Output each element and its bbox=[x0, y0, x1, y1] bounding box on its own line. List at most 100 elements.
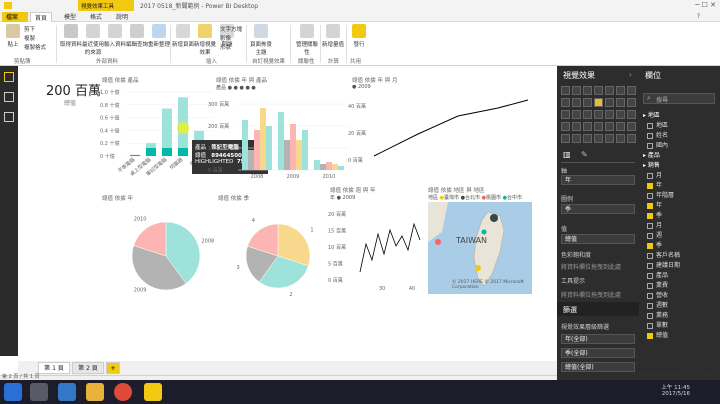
field-item[interactable]: 地區 bbox=[647, 120, 668, 129]
help-icon[interactable]: ? bbox=[697, 13, 700, 20]
field-checkbox[interactable] bbox=[647, 142, 653, 149]
visual-type-icon[interactable] bbox=[572, 134, 581, 143]
field-checkbox[interactable] bbox=[647, 192, 653, 199]
publish-button[interactable]: 發行 bbox=[348, 24, 370, 54]
shapes-button[interactable]: 形狀 bbox=[220, 43, 231, 51]
pie-chart-quarter[interactable]: 1 2 3 4 bbox=[224, 206, 334, 306]
report-canvas[interactable]: 200 百萬 總值 總值 依據 產品 0 十億 0.2 十億 0.4 十億 0.6 十… bbox=[18, 66, 557, 356]
pie-chart-year[interactable]: 2008 2009 2010 bbox=[114, 206, 224, 306]
refresh-button[interactable]: 重新整理 bbox=[148, 24, 170, 54]
field-checkbox[interactable] bbox=[647, 202, 653, 209]
page-tab-2[interactable]: 第 2 頁 bbox=[72, 362, 104, 374]
copy-button[interactable]: 複製 bbox=[24, 34, 35, 42]
task-view-icon[interactable] bbox=[30, 383, 48, 401]
axis-well[interactable]: 年 bbox=[561, 175, 635, 185]
add-page-button[interactable]: + bbox=[106, 362, 120, 374]
format-paint-icon[interactable]: ✎ bbox=[581, 150, 588, 159]
visual-type-icon[interactable] bbox=[594, 122, 603, 131]
drop-zone-tooltips[interactable]: 將資料欄位拖曳到此處 bbox=[561, 290, 621, 299]
visual-type-icon[interactable] bbox=[605, 98, 614, 107]
field-item[interactable]: 總值 bbox=[647, 330, 668, 339]
line-chart-month[interactable]: 0 百萬 20 百萬 40 百萬 bbox=[348, 90, 538, 178]
new-page-button[interactable]: 新增頁面 bbox=[172, 24, 194, 54]
visual-type-icon[interactable] bbox=[583, 86, 592, 95]
visual-type-icon[interactable] bbox=[583, 122, 592, 131]
new-measure-button[interactable]: 新增量值 bbox=[322, 24, 344, 54]
filter-item[interactable]: 年(全部) bbox=[561, 334, 635, 344]
visual-type-icon[interactable] bbox=[616, 122, 625, 131]
chrome-icon[interactable] bbox=[114, 383, 132, 401]
visual-type-icon[interactable] bbox=[616, 110, 625, 119]
field-checkbox[interactable] bbox=[647, 172, 653, 179]
table-header[interactable]: ▸ 地區 bbox=[643, 110, 660, 119]
field-checkbox[interactable] bbox=[647, 252, 653, 259]
text-box-button[interactable]: 文字方塊 bbox=[220, 25, 242, 33]
taskbar-clock[interactable]: 上午 11:45 2017/5/16 bbox=[661, 383, 690, 397]
field-item[interactable]: 週數 bbox=[647, 300, 668, 309]
visual-type-icon[interactable] bbox=[561, 134, 570, 143]
visual-type-icon[interactable] bbox=[605, 122, 614, 131]
field-checkbox[interactable] bbox=[647, 282, 653, 289]
field-checkbox[interactable] bbox=[647, 292, 653, 299]
field-checkbox[interactable] bbox=[647, 322, 653, 329]
visual-type-icon[interactable] bbox=[627, 98, 636, 107]
enter-data-button[interactable]: 輸入資料 bbox=[104, 24, 126, 54]
visual-type-icon[interactable] bbox=[583, 134, 592, 143]
get-data-button[interactable]: 取得資料 bbox=[60, 24, 82, 54]
tab-file[interactable]: 檔案 bbox=[2, 12, 28, 22]
window-controls[interactable]: ─ ☐ ✕ bbox=[695, 1, 716, 9]
drop-zone-saturation[interactable]: 將資料欄位拖曳到此處 bbox=[561, 262, 621, 271]
format-painter-button[interactable]: 複製格式 bbox=[24, 43, 46, 51]
visual-type-icon[interactable] bbox=[605, 86, 614, 95]
visual-type-icon[interactable] bbox=[616, 86, 625, 95]
legend-well[interactable]: 季 bbox=[561, 204, 635, 214]
powerbi-taskbar-icon[interactable] bbox=[144, 383, 162, 401]
field-checkbox[interactable] bbox=[647, 132, 653, 139]
field-item[interactable]: 業費 bbox=[647, 280, 668, 289]
field-checkbox[interactable] bbox=[647, 312, 653, 319]
ie-browser-icon[interactable] bbox=[58, 383, 76, 401]
field-checkbox[interactable] bbox=[647, 302, 653, 309]
visual-type-icon[interactable] bbox=[561, 122, 570, 131]
visual-type-icon[interactable] bbox=[594, 134, 603, 143]
filter-item[interactable]: 總值(全部) bbox=[561, 362, 635, 372]
field-checkbox[interactable] bbox=[647, 272, 653, 279]
field-checkbox[interactable] bbox=[647, 232, 653, 239]
visual-type-icon[interactable] bbox=[561, 98, 570, 107]
visual-type-icon[interactable] bbox=[627, 86, 636, 95]
edit-queries-button[interactable]: 編輯查詢 bbox=[126, 24, 148, 54]
visual-type-icon[interactable] bbox=[594, 86, 603, 95]
manage-relationships-button[interactable]: 管理關聯性 bbox=[296, 24, 318, 56]
field-item[interactable]: 產品 bbox=[647, 270, 668, 279]
start-icon[interactable] bbox=[4, 383, 22, 401]
field-item[interactable]: 建議日期 bbox=[647, 260, 680, 269]
field-item[interactable]: 月 bbox=[647, 170, 662, 179]
field-item[interactable]: 月 bbox=[647, 220, 662, 229]
visual-type-icon[interactable] bbox=[572, 98, 581, 107]
visual-type-icon[interactable] bbox=[572, 86, 581, 95]
new-visual-button[interactable]: 新增視覺效果 bbox=[194, 24, 216, 56]
visual-type-icon[interactable] bbox=[561, 86, 570, 95]
map-visual[interactable]: TAIWAN © 2017 HERE © 2017 Microsoft Corp… bbox=[428, 202, 532, 294]
field-item[interactable]: 週 bbox=[647, 230, 662, 239]
field-item[interactable]: 營收 bbox=[647, 290, 668, 299]
recent-sources-button[interactable]: 最近使用的來源 bbox=[82, 24, 104, 56]
field-item[interactable]: 季 bbox=[647, 240, 662, 249]
page-theme-button[interactable]: 頁面佈景主題 bbox=[250, 24, 272, 56]
report-view-icon[interactable] bbox=[4, 72, 14, 82]
line-chart-week[interactable]: 0 百萬 5 百萬 10 百萬 15 百萬 20 百萬 30 40 bbox=[328, 200, 428, 300]
visual-type-icon[interactable] bbox=[572, 122, 581, 131]
visual-type-icon[interactable] bbox=[627, 110, 636, 119]
relationships-view-icon[interactable] bbox=[4, 112, 14, 122]
page-tab-1[interactable]: 第 1 頁 bbox=[38, 362, 70, 374]
field-item[interactable]: 單數 bbox=[647, 320, 668, 329]
field-checkbox[interactable] bbox=[647, 122, 653, 129]
field-checkbox[interactable] bbox=[647, 222, 653, 229]
field-checkbox[interactable] bbox=[647, 262, 653, 269]
visual-type-icon[interactable] bbox=[605, 110, 614, 119]
field-item[interactable]: 年 bbox=[647, 180, 662, 189]
fields-well-icon[interactable]: ▥ bbox=[563, 150, 571, 159]
visual-type-icon[interactable] bbox=[572, 110, 581, 119]
visual-type-icon[interactable] bbox=[627, 122, 636, 131]
field-checkbox[interactable] bbox=[647, 212, 653, 219]
